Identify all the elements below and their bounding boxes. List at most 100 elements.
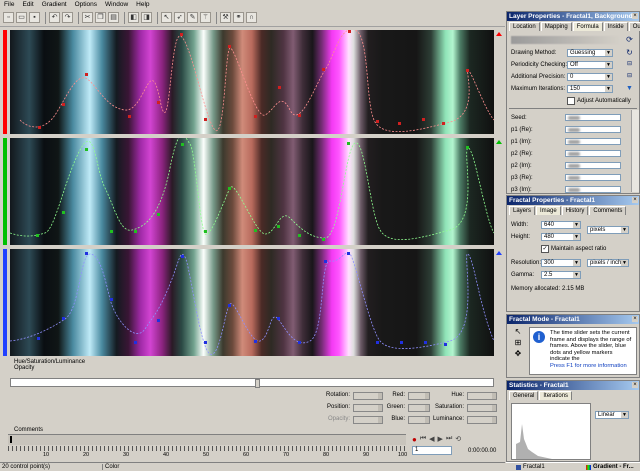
copy-icon[interactable]: ❐	[95, 12, 106, 23]
move-tool-icon[interactable]: ✥	[515, 349, 522, 358]
pointer-icon[interactable]: ➶	[174, 12, 185, 23]
chevron-down-icon[interactable]: ▼	[605, 74, 612, 80]
menu-file[interactable]: File	[0, 1, 18, 8]
record-icon[interactable]: ●	[412, 435, 417, 444]
maintain-aspect-row[interactable]: ✓ Maintain aspect ratio	[541, 244, 606, 253]
chevron-down-icon[interactable]: ▼	[621, 412, 628, 418]
reset-icon[interactable]: ↻	[625, 48, 634, 57]
tab-iterations[interactable]: Iterations	[539, 391, 573, 400]
red-curve[interactable]	[10, 30, 494, 134]
red-field[interactable]	[408, 392, 430, 400]
lock-icon[interactable]: ⊟	[625, 60, 634, 69]
max-iterations-select[interactable]: 150 ▼	[567, 85, 613, 93]
chevron-down-icon[interactable]: ▼	[621, 227, 628, 233]
menu-gradient[interactable]: Gradient	[38, 1, 71, 8]
layout-right-icon[interactable]: ◨	[141, 12, 152, 23]
taskbar-item-gradient[interactable]: Gradient - Fr...	[586, 464, 634, 470]
chevron-down-icon[interactable]: ▼	[573, 260, 580, 266]
close-icon[interactable]: ×	[632, 382, 638, 388]
play-icon[interactable]: ▶	[438, 435, 443, 443]
undo-icon[interactable]: ↶	[49, 12, 60, 23]
refresh-icon[interactable]: ⟳	[625, 35, 634, 44]
tab-history[interactable]: History	[561, 206, 589, 215]
arrow-up-icon[interactable]	[496, 140, 502, 144]
blue-scroll[interactable]	[494, 249, 505, 356]
close-icon[interactable]: ×	[632, 197, 638, 203]
close-icon[interactable]: ×	[632, 13, 638, 19]
p2-im-field[interactable]	[565, 162, 621, 169]
seed-field[interactable]	[565, 114, 621, 121]
curve-icon[interactable]: ∩	[246, 12, 257, 23]
tab-location[interactable]: Location	[509, 22, 540, 31]
gamma-select[interactable]: 2.5 ▼	[541, 271, 581, 279]
chevron-down-icon[interactable]: ▼	[573, 234, 580, 240]
p3-im-field[interactable]	[565, 186, 621, 193]
arrow-up-icon[interactable]	[496, 32, 502, 36]
redo-icon[interactable]: ↷	[62, 12, 73, 23]
p1-re-field[interactable]	[565, 126, 621, 133]
new-icon[interactable]: ▫	[3, 12, 14, 23]
resolution-select[interactable]: 300 ▼	[541, 259, 581, 267]
menu-help[interactable]: Help	[132, 1, 153, 8]
chevron-down-icon[interactable]: ▼	[621, 260, 628, 266]
timeline-track[interactable]	[8, 434, 406, 445]
green-scroll[interactable]	[494, 138, 505, 245]
first-frame-icon[interactable]: ⏮	[420, 435, 426, 443]
cut-icon[interactable]: ✂	[82, 12, 93, 23]
position-field[interactable]	[353, 404, 383, 412]
blue-field[interactable]	[408, 416, 430, 424]
tab-image[interactable]: Image	[536, 206, 561, 215]
hue-field[interactable]	[467, 392, 497, 400]
loop-icon[interactable]: ⟲	[455, 435, 461, 443]
drawing-method-select[interactable]: Guessing ▼	[567, 49, 613, 57]
chevron-down-icon[interactable]: ▼	[605, 50, 612, 56]
pencil-icon[interactable]: ✎	[187, 12, 198, 23]
tab-outside[interactable]: Outside	[628, 22, 640, 31]
additional-precision-select[interactable]: 0 ▼	[567, 73, 613, 81]
save-icon[interactable]: ▪	[29, 12, 40, 23]
close-icon[interactable]: ×	[632, 316, 638, 322]
adjust-auto-checkbox[interactable]	[567, 96, 575, 105]
chevron-down-icon[interactable]: ▼	[605, 62, 612, 68]
layout-left-icon[interactable]: ◧	[128, 12, 139, 23]
chevron-down-icon[interactable]: ▼	[625, 84, 634, 93]
arrow-up-icon[interactable]	[496, 251, 502, 255]
magic-icon[interactable]: ⚚	[200, 12, 211, 23]
tab-formula[interactable]: Formula	[572, 22, 603, 31]
prev-frame-icon[interactable]: ◀	[429, 435, 434, 443]
green-field[interactable]	[408, 404, 430, 412]
chevron-down-icon[interactable]: ▼	[573, 222, 580, 228]
layer-properties-scrollbar[interactable]	[631, 110, 639, 192]
red-scroll[interactable]	[494, 30, 505, 134]
frame-field[interactable]: 1	[412, 446, 452, 455]
maintain-aspect-checkbox[interactable]: ✓	[541, 244, 549, 253]
size-unit-select[interactable]: pixels ▼	[587, 226, 629, 234]
width-select[interactable]: 640 ▼	[541, 221, 581, 229]
menu-edit[interactable]: Edit	[18, 1, 37, 8]
tab-general[interactable]: General	[509, 391, 539, 400]
scroll-thumb[interactable]	[255, 379, 260, 388]
open-icon[interactable]: ▭	[16, 12, 27, 23]
tab-layers[interactable]: Layers	[509, 206, 536, 215]
green-curve[interactable]	[10, 138, 494, 245]
help-link[interactable]: Press F1 for more information	[550, 363, 634, 370]
menu-window[interactable]: Window	[101, 1, 132, 8]
lock-icon[interactable]: ⊟	[625, 72, 634, 81]
link-icon[interactable]: ⚭	[233, 12, 244, 23]
zoom-tool-icon[interactable]: ⊞	[515, 338, 522, 347]
tab-inside[interactable]: Inside	[603, 22, 628, 31]
periodicity-select[interactable]: Off ▼	[567, 61, 613, 69]
adjust-auto-row[interactable]: Adjust Automatically	[567, 96, 631, 105]
p3-re-field[interactable]	[565, 174, 621, 181]
p2-re-field[interactable]	[565, 150, 621, 157]
tool-icon[interactable]: ⚒	[220, 12, 231, 23]
tab-comments[interactable]: Comments	[589, 206, 627, 215]
height-select[interactable]: 480 ▼	[541, 233, 581, 241]
tab-mapping[interactable]: Mapping	[540, 22, 572, 31]
saturation-field[interactable]	[467, 404, 497, 412]
p1-im-field[interactable]	[565, 138, 621, 145]
menu-options[interactable]: Options	[71, 1, 101, 8]
opacity-field[interactable]	[353, 416, 383, 424]
paste-icon[interactable]: ▤	[108, 12, 119, 23]
luminance-field[interactable]	[467, 416, 497, 424]
